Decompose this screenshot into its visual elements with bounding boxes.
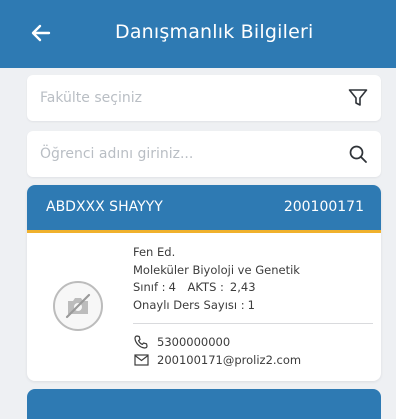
phone-number: 5300000000 xyxy=(157,335,231,349)
back-button[interactable] xyxy=(26,18,56,48)
faculty-select-placeholder: Fakülte seçiniz xyxy=(40,90,142,106)
akts-value: 2,43 xyxy=(229,280,256,294)
approved-courses-row: Onaylı Ders Sayısı :1 xyxy=(133,298,255,312)
app-header: Danışmanlık Bilgileri xyxy=(0,0,396,68)
search-icon[interactable] xyxy=(345,141,371,167)
faculty-select[interactable]: Fakülte seçiniz xyxy=(27,75,381,121)
class-value: 4 xyxy=(168,280,176,294)
class-akts-row: Sınıf :4 AKTS : 2,43 xyxy=(133,280,256,294)
arrow-left-icon xyxy=(31,24,51,42)
filter-icon[interactable] xyxy=(345,85,371,111)
approved-courses-value: 1 xyxy=(247,298,255,312)
phone-icon xyxy=(133,335,149,349)
student-card-header: ABDXXX SHAYYY 200100171 xyxy=(27,185,381,233)
no-photo-icon xyxy=(65,293,91,319)
email-address: 200100171@proliz2.com xyxy=(157,353,302,367)
class-label: Sınıf : xyxy=(133,280,166,294)
approved-courses-label: Onaylı Ders Sayısı : xyxy=(133,298,245,312)
student-card[interactable]: ABDXXX SHAYYY 200100171 Fen Ed. Moleküle… xyxy=(27,185,381,381)
avatar xyxy=(53,281,103,331)
student-search-input[interactable]: Öğrenci adını giriniz... xyxy=(27,131,381,177)
student-number: 200100171 xyxy=(283,199,364,215)
divider xyxy=(133,323,373,324)
akts-label: AKTS : xyxy=(187,280,224,294)
faculty-text: Fen Ed. xyxy=(133,245,176,259)
mail-icon xyxy=(133,353,149,367)
department-text: Moleküler Biyoloji ve Genetik xyxy=(133,263,300,277)
student-search-placeholder: Öğrenci adını giriniz... xyxy=(40,146,194,162)
phone-link[interactable]: 5300000000 xyxy=(133,335,230,349)
student-name: ABDXXX SHAYYY xyxy=(46,199,163,215)
email-link[interactable]: 200100171@proliz2.com xyxy=(133,353,301,367)
page-title: Danışmanlık Bilgileri xyxy=(115,21,314,43)
